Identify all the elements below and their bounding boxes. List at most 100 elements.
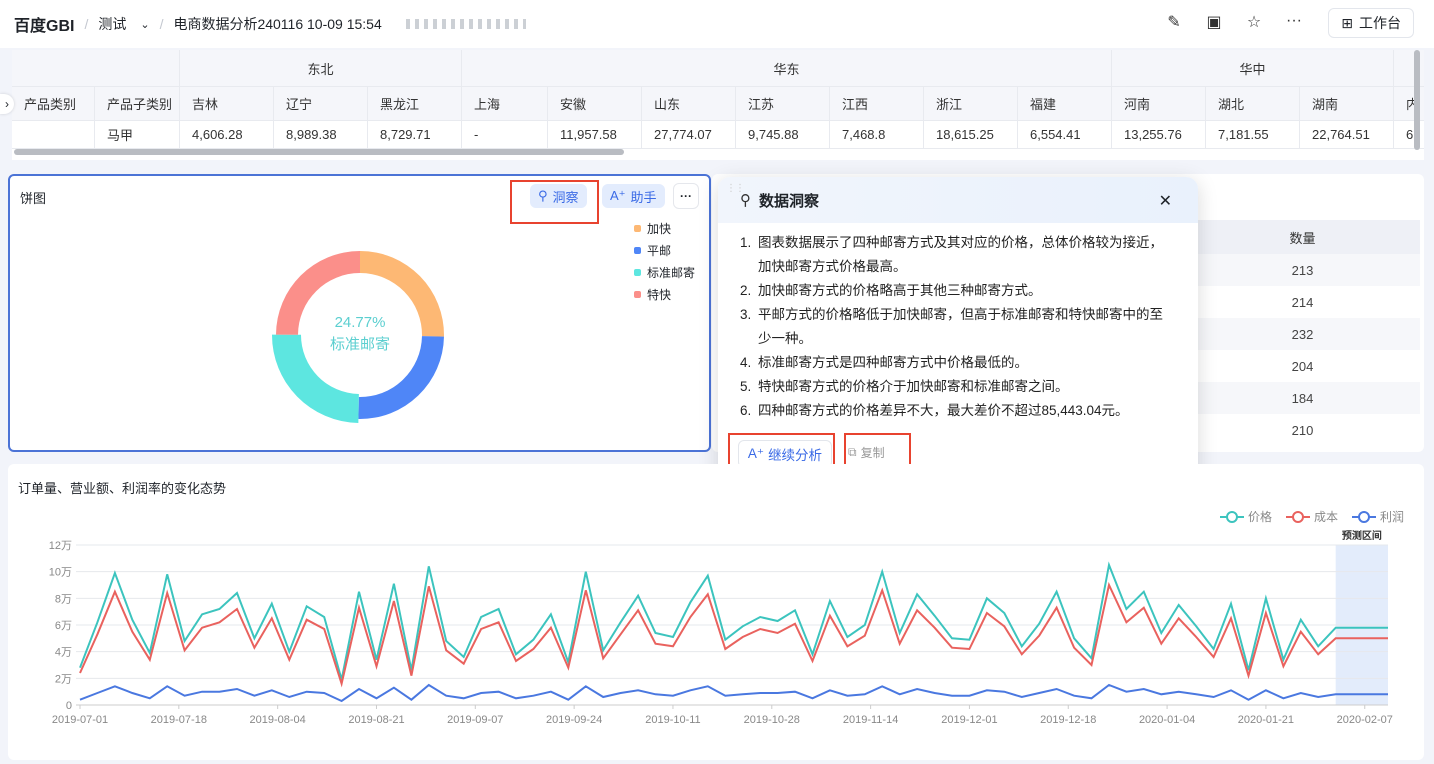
grid-icon: ⊞ xyxy=(1341,14,1353,31)
x-tick-label: 2019-10-28 xyxy=(744,714,800,726)
column-header: 湖北 xyxy=(1206,87,1300,121)
x-tick-label: 2019-07-18 xyxy=(151,714,207,726)
x-tick-label: 2019-12-01 xyxy=(941,714,997,726)
table-row: 204 xyxy=(1185,350,1420,382)
column-group-header: 东北 xyxy=(180,50,462,87)
column-header: 江苏 xyxy=(736,87,830,121)
table-row: 213 xyxy=(1185,254,1420,286)
chevron-down-icon[interactable]: ⌄ xyxy=(140,18,149,31)
row-header: 产品子类别 xyxy=(95,87,180,121)
table-row: 214 xyxy=(1185,286,1420,318)
x-tick-label: 2019-10-11 xyxy=(645,714,700,726)
table-cell: 7,181.55 xyxy=(1206,121,1300,149)
breadcrumb-separator: / xyxy=(159,16,164,32)
line-chart: 预测区间 0 2万 4万 6万 8万 10万 12万 2019-07-01 2019-07-18 2… xyxy=(49,509,1404,726)
column-header: 浙江 xyxy=(924,87,1018,121)
table-cell: - xyxy=(462,121,548,149)
y-tick-label: 8万 xyxy=(55,593,72,605)
item-number: 5. xyxy=(740,379,752,394)
table-cell: 马甲 xyxy=(95,121,180,149)
breadcrumb-separator: / xyxy=(84,16,89,32)
item-number: 4. xyxy=(740,355,752,370)
more-icon[interactable]: ··· xyxy=(1284,12,1304,32)
legend-marker xyxy=(1226,511,1238,523)
table-cell: 11,957.58 xyxy=(548,121,642,149)
table-row: 184 xyxy=(1185,382,1420,414)
table-cell: 4,606.28 xyxy=(180,121,274,149)
row-header: 产品类别 xyxy=(12,87,95,121)
column-group-header: 华中 xyxy=(1112,50,1394,87)
item-number: 3. xyxy=(740,307,752,322)
insight-text: 特快邮寄方式的价格介于加快邮寄和标准邮寄之间。 xyxy=(758,379,1069,394)
fullscreen-icon[interactable]: ▣ xyxy=(1204,12,1224,32)
x-tick-label: 2019-07-01 xyxy=(52,714,108,726)
insight-item: 3. 平邮方式的价格略低于加快邮寄，但高于标准邮寄和特快邮寄中的至少一种。 xyxy=(740,303,1168,351)
column-header: 安徽 xyxy=(548,87,642,121)
x-tick-label: 2019-09-24 xyxy=(546,714,602,726)
y-tick-label: 6万 xyxy=(55,620,72,632)
popup-title: 数据洞察 xyxy=(759,192,820,210)
y-tick-label: 4万 xyxy=(55,647,72,659)
legend-label: 成本 xyxy=(1314,510,1338,524)
insight-item: 6. 四种邮寄方式的价格差异不大，最大差价不超过85,443.04元。 xyxy=(740,399,1168,423)
insight-text: 平邮方式的价格略低于加快邮寄，但高于标准邮寄和特快邮寄中的至少一种。 xyxy=(758,307,1163,346)
item-number: 2. xyxy=(740,283,752,298)
series-line-利润 xyxy=(79,683,1388,703)
doc-title: 电商数据分析240116 10-09 15:54 xyxy=(173,16,382,32)
series-line-成本 xyxy=(79,581,1388,688)
blurred-text xyxy=(405,19,526,29)
table-cell: 9,745.88 xyxy=(736,121,830,149)
star-icon[interactable]: ☆ xyxy=(1244,12,1264,32)
horizontal-scrollbar[interactable] xyxy=(14,149,624,155)
donut-center-label: 标准邮寄 xyxy=(329,336,390,353)
column-header: 江西 xyxy=(830,87,924,121)
table-cell: 18,615.25 xyxy=(924,121,1018,149)
column-header: 湖南 xyxy=(1300,87,1394,121)
table-row: 210 xyxy=(1185,414,1420,446)
edit-icon[interactable]: ✎ xyxy=(1164,12,1184,32)
forecast-label: 预测区间 xyxy=(1342,529,1382,542)
insight-item: 5. 特快邮寄方式的价格介于加快邮寄和标准邮寄之间。 xyxy=(740,375,1168,399)
table-cell: 22,764.51 xyxy=(1300,121,1394,149)
insight-popup: ⋮⋮ ⚲ 数据洞察 ✕ 1. 图表数据展示了四种邮寄方式及其对应的价格，总体价格较为… xyxy=(718,177,1198,489)
x-tick-label: 2019-09-07 xyxy=(447,714,503,726)
vertical-scrollbar[interactable] xyxy=(1414,50,1420,150)
column-header: 数量 xyxy=(1185,220,1420,254)
table-row: 232 xyxy=(1185,318,1420,350)
y-tick-label: 2万 xyxy=(55,673,72,685)
legend-marker xyxy=(1292,511,1304,523)
x-tick-label: 2020-01-04 xyxy=(1139,714,1195,726)
insight-text: 标准邮寄方式是四种邮寄方式中价格最低的。 xyxy=(758,355,1028,370)
legend-label: 利润 xyxy=(1380,510,1404,524)
workbench-label: 工作台 xyxy=(1359,15,1401,31)
x-tick-label: 2019-12-18 xyxy=(1040,714,1096,726)
header-corner xyxy=(12,50,180,87)
column-header: 吉林 xyxy=(180,87,274,121)
table-cell: 6,554.41 xyxy=(1018,121,1112,149)
drag-handle-icon[interactable]: ⋮⋮ xyxy=(726,183,745,194)
item-number: 1. xyxy=(740,235,752,250)
close-icon[interactable]: ✕ xyxy=(1159,191,1172,211)
table-cell: 8,729.71 xyxy=(368,121,462,149)
x-tick-label: 2019-11-14 xyxy=(843,714,898,726)
insight-text: 图表数据展示了四种邮寄方式及其对应的价格，总体价格较为接近，加快邮寄方式价格最高… xyxy=(758,235,1163,274)
column-header: 上海 xyxy=(462,87,548,121)
insight-item: 2. 加快邮寄方式的价格略高于其他三种邮寄方式。 xyxy=(740,279,1168,303)
insight-item: 4. 标准邮寄方式是四种邮寄方式中价格最低的。 xyxy=(740,351,1168,375)
column-header: 河南 xyxy=(1112,87,1206,121)
top-bar: 百度GBI / 测试 ⌄ / 电商数据分析240116 10-09 15:54 … xyxy=(0,0,1434,48)
breadcrumb-space[interactable]: 测试 xyxy=(98,14,126,34)
brand-logo[interactable]: 百度GBI xyxy=(14,12,74,36)
donut-center-value: 24.77% xyxy=(334,314,386,331)
legend-label: 价格 xyxy=(1248,509,1272,524)
column-group-header: 华东 xyxy=(462,50,1112,87)
pie-chart-card: 饼图 ⚲ 洞察 A⁺ 助手 ··· 加快 平邮 标准邮寄 特快 24.77% 标准邮寄 xyxy=(8,174,711,452)
item-number: 6. xyxy=(740,403,752,418)
column-header: 福建 xyxy=(1018,87,1112,121)
series-line-价格 xyxy=(79,561,1388,680)
table-cell: 27,774.07 xyxy=(642,121,736,149)
workbench-button[interactable]: ⊞ 工作台 xyxy=(1328,8,1414,38)
line-chart-card: 订单量、营业额、利润率的变化态势 预测区间 0 2万 4万 6万 8万 10万 12万 2019… xyxy=(8,464,1424,760)
y-tick-label: 10万 xyxy=(49,567,72,579)
x-tick-label: 2020-02-07 xyxy=(1337,714,1393,726)
